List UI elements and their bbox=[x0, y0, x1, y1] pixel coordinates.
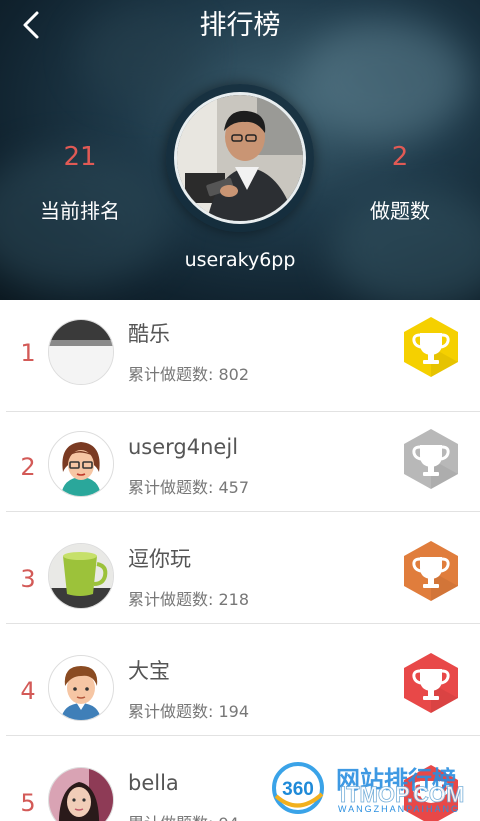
girl-glasses-avatar-icon bbox=[49, 432, 113, 496]
question-count: 累计做题数: 457 bbox=[128, 478, 250, 497]
user-photo-icon bbox=[177, 95, 303, 221]
ranking-row[interactable]: 2 userg4nejl 累计做题数: 457 bbox=[0, 400, 480, 512]
current-rank-value: 21 bbox=[63, 142, 97, 172]
woman-photo-icon bbox=[49, 768, 113, 821]
avatar bbox=[48, 319, 114, 385]
questions-done-label: 做题数 bbox=[370, 199, 430, 223]
username: useraky6pp bbox=[184, 249, 296, 271]
ranking-row[interactable]: 3 逗你玩 累计做题数: 218 bbox=[0, 512, 480, 624]
player-name: bella bbox=[128, 771, 179, 795]
question-count: 累计做题数: 218 bbox=[128, 590, 250, 609]
cartoon-boy-avatar-icon bbox=[49, 656, 113, 720]
rank-number: 4 bbox=[20, 677, 36, 705]
player-name: 酷乐 bbox=[128, 322, 170, 346]
trophy-icon bbox=[404, 317, 458, 377]
ranking-row[interactable]: 4 大宝 累计做题数: 194 bbox=[0, 624, 480, 736]
watermark-subtitle: WANGZHANPAIHANG bbox=[338, 804, 460, 814]
rank-number: 3 bbox=[20, 565, 36, 593]
ranking-row[interactable]: 1 酷乐 累计做题数: 802 bbox=[0, 300, 480, 412]
current-rank-label: 当前排名 bbox=[40, 199, 120, 223]
player-name: 逗你玩 bbox=[128, 547, 191, 571]
watermark-logo: 360 网站排行榜 ITMOP.COM WANGZHANPAIHANG bbox=[272, 762, 465, 814]
avatar bbox=[48, 543, 114, 609]
trophy-icon bbox=[404, 541, 458, 601]
questions-done-stat: 2 做题数 bbox=[320, 138, 480, 226]
current-rank-stat: 21 当前排名 bbox=[0, 138, 160, 226]
avatar bbox=[48, 767, 114, 821]
page-title: 排行榜 bbox=[199, 10, 281, 41]
laptop-photo-icon bbox=[49, 320, 113, 384]
watermark-badge: 360 bbox=[282, 779, 314, 800]
trophy-icon bbox=[404, 429, 458, 489]
player-name: userg4nejl bbox=[128, 435, 239, 459]
question-count: 累计做题数: 194 bbox=[128, 702, 250, 721]
profile-header: 排行榜 21 当前排名 2 做题数 useraky6pp bbox=[0, 0, 480, 300]
rank-number: 2 bbox=[20, 453, 36, 481]
watermark: 360 网站排行榜 ITMOP.COM WANGZHANPAIHANG bbox=[268, 758, 480, 821]
green-cup-photo-icon bbox=[49, 544, 113, 608]
question-count: 累计做题数: 94 bbox=[128, 812, 239, 821]
trophy-icon bbox=[404, 653, 458, 713]
rank-number: 5 bbox=[20, 789, 36, 817]
avatar bbox=[48, 431, 114, 497]
rank-number: 1 bbox=[20, 339, 36, 367]
player-name: 大宝 bbox=[128, 659, 170, 683]
user-avatar[interactable] bbox=[174, 92, 306, 224]
question-count: 累计做题数: 802 bbox=[128, 365, 250, 384]
avatar bbox=[48, 655, 114, 721]
questions-done-value: 2 bbox=[391, 142, 409, 172]
